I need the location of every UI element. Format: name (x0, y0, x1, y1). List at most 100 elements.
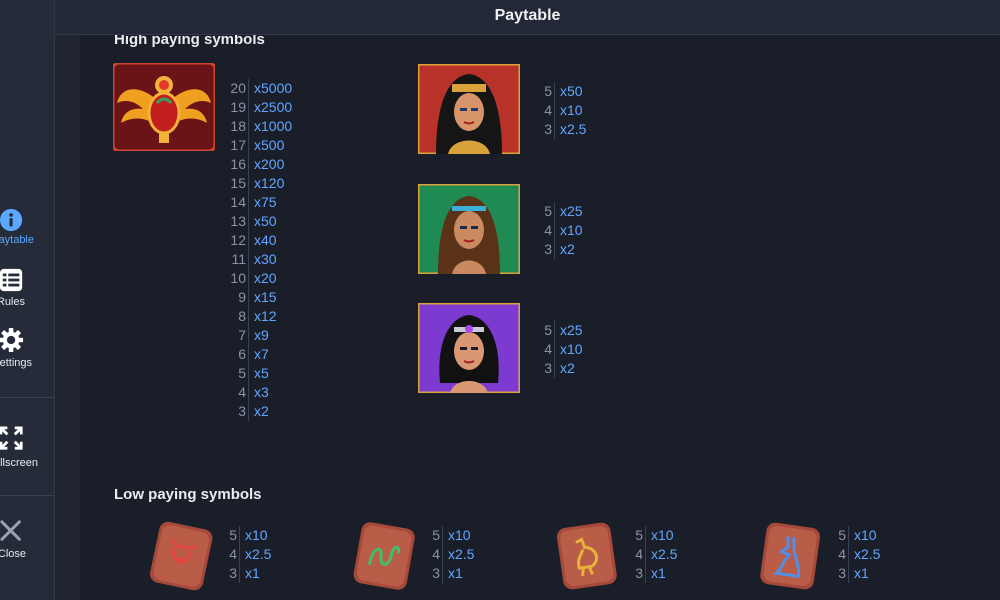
symbol-count: 5 (229, 527, 237, 543)
payout-multiplier: x10 (651, 527, 674, 543)
pay-row: 12 x40 (230, 231, 292, 250)
payout-multiplier: x40 (254, 232, 277, 248)
symbol-stone-ibis (554, 521, 620, 593)
payout-multiplier: x1000 (254, 118, 293, 134)
sidebar: Paytable Rules Settings (0, 0, 55, 600)
payout-multiplier: x5000 (254, 80, 293, 96)
pay-row: 3 x2 (238, 402, 292, 421)
pay-row: 9 x15 (238, 288, 292, 307)
payout-multiplier: x25 (560, 322, 583, 338)
pay-row: 5 x10 (838, 526, 880, 545)
symbol-count: 5 (635, 527, 643, 543)
stone-jackal-paytable: 5 x10 4 x2.5 3 x1 (838, 526, 880, 583)
high-paying-title: High paying symbols (114, 35, 265, 48)
gear-icon (0, 328, 24, 352)
symbol-count: 3 (635, 565, 643, 581)
pay-row: 5 x10 (635, 526, 677, 545)
symbol-count: 11 (231, 251, 246, 267)
pay-row: 18 x1000 (230, 117, 293, 136)
pay-row: 5 x10 (432, 526, 474, 545)
payout-multiplier: x120 (254, 175, 285, 191)
pay-row: 4 x10 (544, 101, 586, 120)
stone-ibis-paytable: 5 x10 4 x2.5 3 x1 (635, 526, 677, 583)
pay-row: 4 x2.5 (838, 545, 880, 564)
pay-row: 15 x120 (230, 174, 292, 193)
pay-row: 10 x20 (230, 269, 292, 288)
payout-multiplier: x10 (854, 527, 877, 543)
symbol-count: 4 (838, 546, 846, 562)
symbol-count: 4 (544, 341, 552, 357)
content-gutter (55, 35, 80, 600)
cleopatra-paytable: 5 x50 4 x10 3 x2.5 (544, 82, 586, 139)
payout-multiplier: x2 (560, 360, 575, 376)
symbol-count: 5 (544, 83, 552, 99)
payout-multiplier: x10 (560, 102, 583, 118)
payout-multiplier: x1 (245, 565, 260, 581)
sidebar-item-fullscreen[interactable]: Fullscreen (0, 426, 54, 482)
pay-row: 3 x1 (635, 564, 677, 583)
paytable-content[interactable]: High paying symbols 20 x5000 19 x2500 18 x100… (80, 35, 1000, 600)
symbol-count: 4 (635, 546, 643, 562)
woman-purple-paytable: 5 x25 4 x10 3 x2 (544, 321, 583, 378)
payout-multiplier: x9 (254, 327, 269, 343)
symbol-count: 3 (544, 360, 552, 376)
symbol-count: 3 (229, 565, 237, 581)
symbol-count: 3 (838, 565, 846, 581)
pay-row: 8 x12 (238, 307, 292, 326)
payout-multiplier: x1 (651, 565, 666, 581)
symbol-count: 4 (544, 222, 552, 238)
symbol-count: 9 (238, 289, 246, 305)
symbol-count: 4 (238, 384, 246, 400)
symbol-count: 18 (230, 118, 246, 134)
symbol-woman-purple (416, 301, 522, 395)
payout-multiplier: x30 (254, 251, 277, 267)
low-paying-title: Low paying symbols (114, 486, 262, 503)
symbol-count: 17 (230, 137, 246, 153)
symbol-count: 4 (544, 102, 552, 118)
symbol-scarab (111, 61, 217, 153)
payout-multiplier: x5 (254, 365, 269, 381)
stone-snake-paytable: 5 x10 4 x2.5 3 x1 (432, 526, 475, 583)
scarab-paytable: 20 x5000 19 x2500 18 x1000 17 x500 16 x200 15 x120 1… (230, 79, 293, 421)
payout-multiplier: x2.5 (448, 546, 475, 562)
pay-row: 14 x75 (230, 193, 292, 212)
sidebar-item-rules[interactable]: Rules (0, 266, 54, 322)
symbol-stone-snake (351, 521, 417, 593)
sidebar-item-settings[interactable]: Settings (0, 327, 54, 383)
payout-multiplier: x7 (254, 346, 269, 362)
close-icon (0, 520, 21, 541)
payout-multiplier: x2.5 (245, 546, 272, 562)
sidebar-item-close[interactable]: Close (0, 516, 54, 572)
pay-row: 3 x2 (544, 359, 583, 378)
pay-row: 3 x2.5 (544, 120, 586, 139)
pay-row: 19 x2500 (230, 98, 292, 117)
pay-row: 4 x3 (238, 383, 292, 402)
payout-multiplier: x3 (254, 384, 269, 400)
symbol-count: 20 (230, 80, 246, 96)
symbol-count: 5 (544, 322, 552, 338)
sidebar-item-paytable[interactable]: Paytable (0, 204, 54, 260)
header-bar: Paytable (55, 0, 1000, 35)
pay-row: 3 x2 (544, 240, 583, 259)
symbol-count: 8 (238, 308, 246, 324)
sidebar-item-label: Close (0, 548, 26, 560)
sidebar-item-label: Fullscreen (0, 457, 38, 469)
info-icon (0, 208, 23, 232)
pay-row: 13 x50 (230, 212, 292, 231)
symbol-count: 10 (230, 270, 246, 286)
payout-multiplier: x2 (560, 241, 575, 257)
symbol-count: 7 (238, 327, 246, 343)
symbol-count: 3 (544, 241, 552, 257)
page-title: Paytable (494, 7, 561, 24)
woman-green-paytable: 5 x25 4 x10 3 x2 (544, 202, 583, 259)
pay-row: 3 x1 (432, 564, 474, 583)
list-icon (0, 268, 23, 292)
payout-multiplier: x10 (560, 341, 583, 357)
symbol-count: 3 (432, 565, 440, 581)
symbol-count: 13 (230, 213, 246, 229)
symbol-count: 14 (230, 194, 246, 210)
pay-row: 6 x7 (238, 345, 292, 364)
payout-multiplier: x10 (560, 222, 583, 238)
pay-row: 20 x5000 (230, 79, 293, 98)
symbol-woman-green (416, 182, 522, 276)
